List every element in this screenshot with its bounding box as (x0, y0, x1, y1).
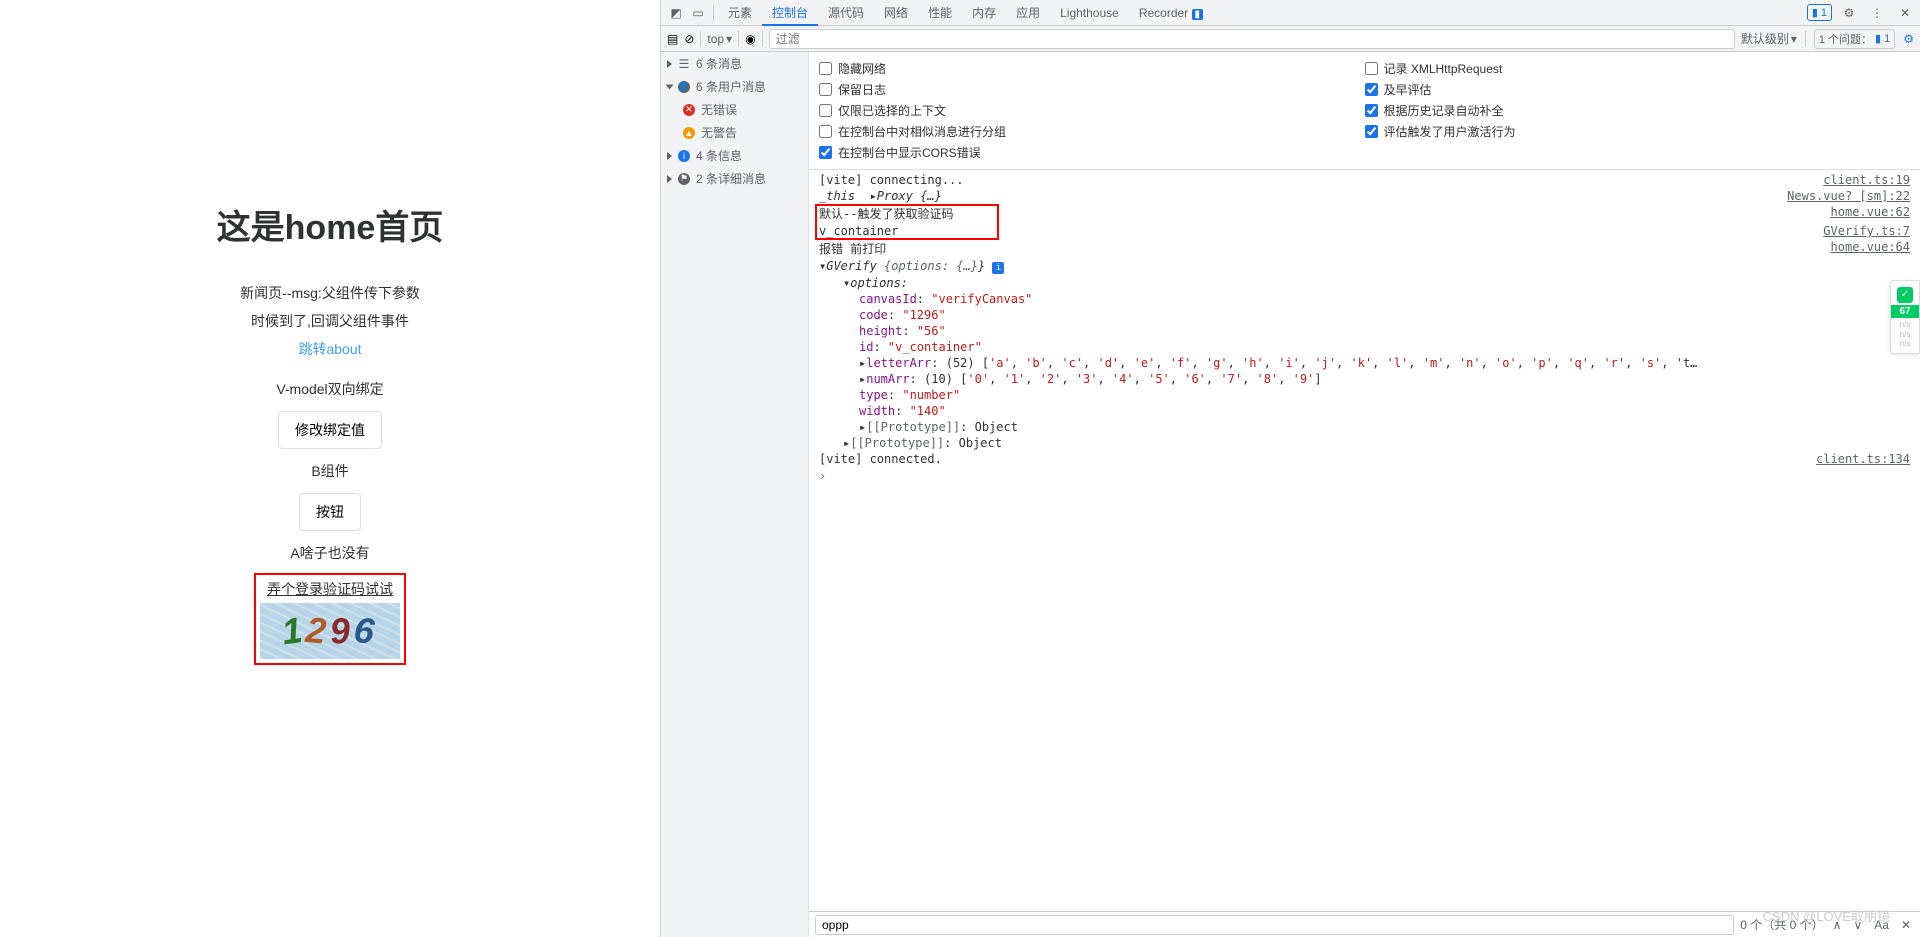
settings-gear-icon[interactable]: ⚙ (1903, 32, 1914, 46)
sidebar-user-messages[interactable]: 👤6 条用户消息 (661, 75, 808, 98)
separator (738, 31, 739, 47)
captcha-title: 弄个登录验证码试试 (260, 579, 400, 599)
log-line[interactable]: type: "number" (809, 387, 1920, 403)
sidebar-verbose[interactable]: ⚑2 条详细消息 (661, 167, 808, 190)
context-select[interactable]: top ▾ (707, 32, 732, 46)
perf-score: 67 (1891, 305, 1919, 318)
tab-console[interactable]: 控制台 (762, 0, 818, 26)
log-line[interactable]: ▾GVerify {options: {…}} i (809, 258, 1920, 275)
generic-button[interactable]: 按钮 (299, 493, 361, 531)
tab-lighthouse[interactable]: Lighthouse (1050, 0, 1129, 26)
b-component-label: B组件 (311, 461, 348, 481)
log-line[interactable]: width: "140" (809, 403, 1920, 419)
source-link[interactable]: News.vue? [sm]:22 (1787, 189, 1910, 203)
more-icon[interactable]: ⋮ (1866, 2, 1888, 24)
log-line[interactable]: ▾options: (809, 275, 1920, 291)
about-link[interactable]: 跳转about (298, 339, 361, 359)
devtools-panel: ◩ ▭ 元素 控制台 源代码 网络 性能 内存 应用 Lighthouse Re… (660, 0, 1920, 937)
captcha-container: 弄个登录验证码试试 1296 (254, 573, 406, 665)
news-text: 新闻页--msg:父组件传下参数 (240, 283, 420, 303)
check-icon: ✓ (1897, 287, 1913, 303)
watermark: CSDN @LOVE取朋镜 (1763, 906, 1890, 925)
close-icon[interactable]: ✕ (1894, 2, 1916, 24)
page-title: 这是home首页 (217, 200, 444, 249)
search-input[interactable] (815, 915, 1734, 935)
vmodel-label: V-model双向绑定 (276, 379, 383, 399)
setting-checkbox[interactable]: 在控制台中对相似消息进行分组 (819, 121, 1365, 142)
separator (713, 5, 714, 21)
performance-badge[interactable]: ✓ 67 n/sn/sn/s (1890, 280, 1920, 354)
inspect-icon[interactable]: ◩ (665, 2, 687, 24)
tab-sources[interactable]: 源代码 (818, 0, 874, 26)
sidebar-no-warnings[interactable]: ▲无警告 (661, 121, 808, 144)
setting-checkbox[interactable]: 根据历史记录自动补全 (1365, 100, 1911, 121)
log-level-select[interactable]: 默认级别 ▾ (1741, 30, 1797, 47)
sidebar-messages[interactable]: ☰6 条消息 (661, 52, 808, 75)
tab-network[interactable]: 网络 (874, 0, 918, 26)
separator (1805, 31, 1806, 47)
callback-text: 时候到了,回调父组件事件 (251, 311, 409, 331)
filter-input[interactable] (769, 29, 1735, 49)
perf-metrics: n/sn/sn/s (1891, 320, 1919, 349)
sidebar-info[interactable]: i4 条信息 (661, 144, 808, 167)
setting-checkbox[interactable]: 隐藏网络 (819, 58, 1365, 79)
tab-application[interactable]: 应用 (1006, 0, 1050, 26)
log-line[interactable]: ▸letterArr: (52) ['a', 'b', 'c', 'd', 'e… (809, 355, 1920, 371)
source-link[interactable]: home.vue:64 (1831, 240, 1910, 257)
log-line[interactable]: canvasId: "verifyCanvas" (809, 291, 1920, 307)
separator (762, 31, 763, 47)
separator (700, 31, 701, 47)
log-line[interactable]: 报错 前打印home.vue:64 (809, 239, 1920, 258)
clear-console-icon[interactable]: ⊘ (684, 32, 694, 46)
source-link[interactable]: home.vue:62 (1831, 205, 1910, 222)
setting-checkbox[interactable]: 记录 XMLHttpRequest (1365, 58, 1911, 79)
tab-elements[interactable]: 元素 (718, 0, 762, 26)
log-line[interactable]: _this ▸Proxy {…}News.vue? [sm]:22 (809, 188, 1920, 204)
console-toolbar: ▤ ⊘ top ▾ ◉ 默认级别 ▾ 1 个问题： ▮1 ⚙ (661, 26, 1920, 52)
source-link[interactable]: client.ts:134 (1816, 452, 1910, 466)
console-sidebar: ☰6 条消息 👤6 条用户消息 ✕无错误 ▲无警告 i4 条信息 ⚑2 条详细消… (661, 52, 809, 937)
log-line[interactable]: v_containerGVerify.ts:7 (809, 223, 1920, 239)
sidebar-no-errors[interactable]: ✕无错误 (661, 98, 808, 121)
live-expression-icon[interactable]: ◉ (745, 32, 755, 46)
setting-checkbox[interactable]: 评估触发了用户激活行为 (1365, 121, 1911, 142)
source-link[interactable]: client.ts:19 (1823, 173, 1910, 187)
tab-recorder[interactable]: Recorder ▮ (1129, 0, 1213, 26)
log-line[interactable]: [vite] connected.client.ts:134 (809, 451, 1920, 467)
a-nothing-label: A啥子也没有 (290, 543, 369, 563)
setting-checkbox[interactable]: 保留日志 (819, 79, 1365, 100)
setting-checkbox[interactable]: 在控制台中显示CORS错误 (819, 142, 1365, 163)
log-line[interactable]: code: "1296" (809, 307, 1920, 323)
errors-chip[interactable]: ▮ 1 (1807, 4, 1832, 21)
search-close-icon[interactable]: ✕ (1898, 918, 1914, 932)
log-line[interactable]: ▸[[Prototype]]: Object (809, 419, 1920, 435)
console-settings: 隐藏网络保留日志仅限已选择的上下文在控制台中对相似消息进行分组在控制台中显示CO… (809, 52, 1920, 170)
modify-bind-button[interactable]: 修改绑定值 (278, 411, 382, 449)
log-line[interactable]: id: "v_container" (809, 339, 1920, 355)
log-line[interactable]: ▸[[Prototype]]: Object (809, 435, 1920, 451)
sidebar-toggle-icon[interactable]: ▤ (667, 32, 678, 46)
app-page: 这是home首页 新闻页--msg:父组件传下参数 时候到了,回调父组件事件 跳… (0, 0, 660, 937)
log-line[interactable]: height: "56" (809, 323, 1920, 339)
tab-memory[interactable]: 内存 (962, 0, 1006, 26)
captcha-image[interactable]: 1296 (260, 603, 400, 659)
devtools-tabbar: ◩ ▭ 元素 控制台 源代码 网络 性能 内存 应用 Lighthouse Re… (661, 0, 1920, 26)
log-line[interactable]: [vite] connecting...client.ts:19 (809, 172, 1920, 188)
log-line[interactable]: 默认--触发了获取验证码home.vue:62 (809, 204, 1920, 223)
setting-checkbox[interactable]: 及早评估 (1365, 79, 1911, 100)
console-prompt[interactable]: › (809, 467, 1920, 485)
issues-chip[interactable]: 1 个问题： ▮1 (1814, 29, 1895, 49)
tab-performance[interactable]: 性能 (918, 0, 962, 26)
console-output[interactable]: [vite] connecting...client.ts:19_this ▸P… (809, 170, 1920, 911)
console-search-bar: 0 个（共 0 个） ∧ ∨ Aa ✕ (809, 911, 1920, 937)
device-icon[interactable]: ▭ (687, 2, 709, 24)
setting-checkbox[interactable]: 仅限已选择的上下文 (819, 100, 1365, 121)
gear-icon[interactable]: ⚙ (1838, 2, 1860, 24)
log-line[interactable]: ▸numArr: (10) ['0', '1', '2', '3', '4', … (809, 371, 1920, 387)
source-link[interactable]: GVerify.ts:7 (1823, 224, 1910, 238)
